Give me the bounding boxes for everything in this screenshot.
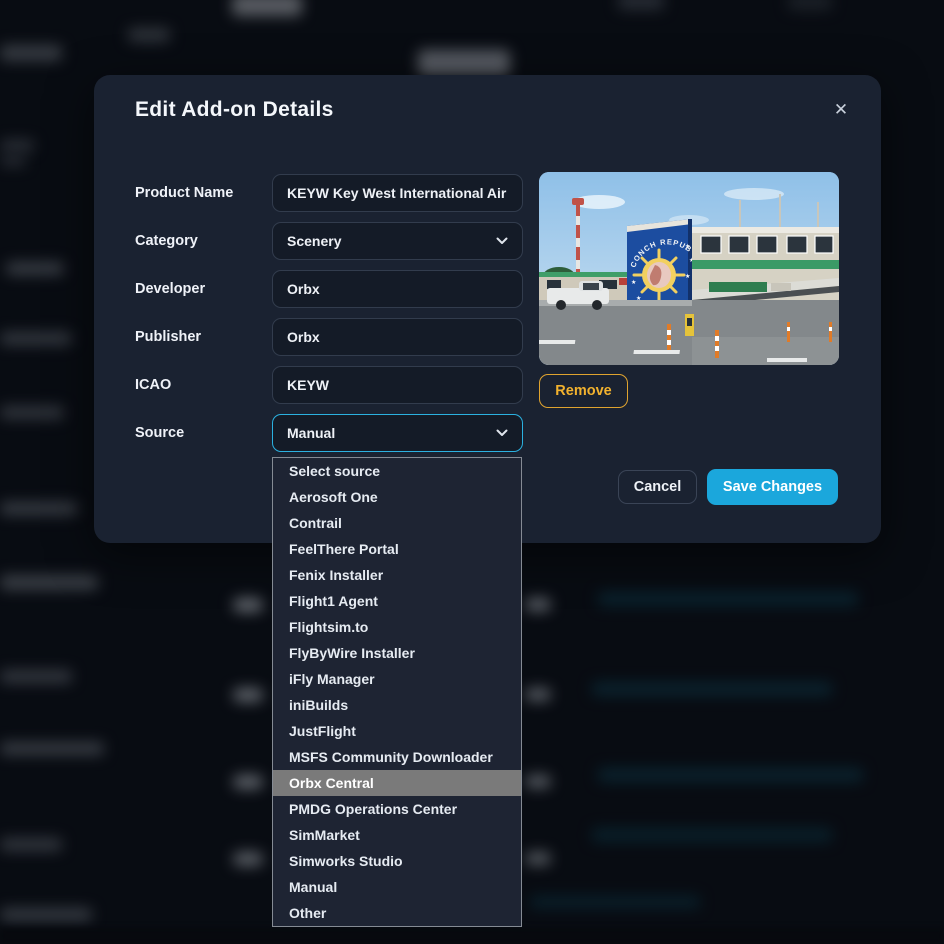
- form-row-developer: Developer: [135, 270, 523, 308]
- dropdown-option[interactable]: MSFS Community Downloader: [273, 744, 521, 770]
- dropdown-option[interactable]: Simworks Studio: [273, 848, 521, 874]
- airport-photo-illustration: ★★★ ★★★ CONCH REPUBLIC KEY WEST: [539, 172, 839, 365]
- dropdown-option[interactable]: Flightsim.to: [273, 614, 521, 640]
- publisher-label: Publisher: [135, 329, 272, 345]
- dropdown-option[interactable]: Contrail: [273, 510, 521, 536]
- dropdown-option[interactable]: JustFlight: [273, 718, 521, 744]
- dropdown-option[interactable]: FlyByWire Installer: [273, 640, 521, 666]
- chevron-down-icon: [496, 429, 508, 437]
- background-footer-strip: [0, 928, 944, 944]
- product-name-label: Product Name: [135, 185, 272, 201]
- dropdown-option[interactable]: iniBuilds: [273, 692, 521, 718]
- dropdown-option[interactable]: Flight1 Agent: [273, 588, 521, 614]
- svg-text:★: ★: [631, 279, 636, 286]
- form-row-publisher: Publisher: [135, 318, 523, 356]
- publisher-input[interactable]: [272, 318, 523, 356]
- dropdown-option[interactable]: Other: [273, 900, 521, 926]
- category-select-value: Scenery: [287, 233, 341, 249]
- form-row-category: Category Scenery: [135, 222, 523, 260]
- dropdown-option[interactable]: Orbx Central: [273, 770, 521, 796]
- source-select-value: Manual: [287, 425, 335, 441]
- form-row-icao: ICAO: [135, 366, 523, 404]
- remove-button[interactable]: Remove: [539, 374, 628, 408]
- developer-input[interactable]: [272, 270, 523, 308]
- dropdown-option[interactable]: Select source: [273, 458, 521, 484]
- dropdown-option[interactable]: Aerosoft One: [273, 484, 521, 510]
- save-changes-button[interactable]: Save Changes: [707, 469, 838, 505]
- dropdown-option[interactable]: Manual: [273, 874, 521, 900]
- developer-label: Developer: [135, 281, 272, 297]
- dropdown-option[interactable]: iFly Manager: [273, 666, 521, 692]
- addon-preview-image: ★★★ ★★★ CONCH REPUBLIC KEY WEST: [539, 172, 839, 365]
- dropdown-option[interactable]: PMDG Operations Center: [273, 796, 521, 822]
- product-name-input[interactable]: [272, 174, 523, 212]
- svg-text:★: ★: [685, 273, 690, 280]
- category-label: Category: [135, 233, 272, 249]
- cancel-button[interactable]: Cancel: [618, 470, 697, 504]
- icao-input[interactable]: [272, 366, 523, 404]
- source-label: Source: [135, 425, 272, 441]
- icao-label: ICAO: [135, 377, 272, 393]
- source-select[interactable]: Manual: [272, 414, 523, 452]
- source-dropdown[interactable]: Select sourceAerosoft OneContrailFeelThe…: [272, 457, 522, 927]
- close-icon[interactable]: ✕: [830, 99, 852, 121]
- form-row-product-name: Product Name: [135, 174, 523, 212]
- category-select[interactable]: Scenery: [272, 222, 523, 260]
- addon-form: Product Name Category Scenery Developer …: [135, 174, 523, 462]
- form-row-source: Source Manual: [135, 414, 523, 452]
- dropdown-option[interactable]: SimMarket: [273, 822, 521, 848]
- dropdown-option[interactable]: Fenix Installer: [273, 562, 521, 588]
- modal-title: Edit Add-on Details: [135, 98, 334, 122]
- chevron-down-icon: [496, 237, 508, 245]
- dropdown-option[interactable]: FeelThere Portal: [273, 536, 521, 562]
